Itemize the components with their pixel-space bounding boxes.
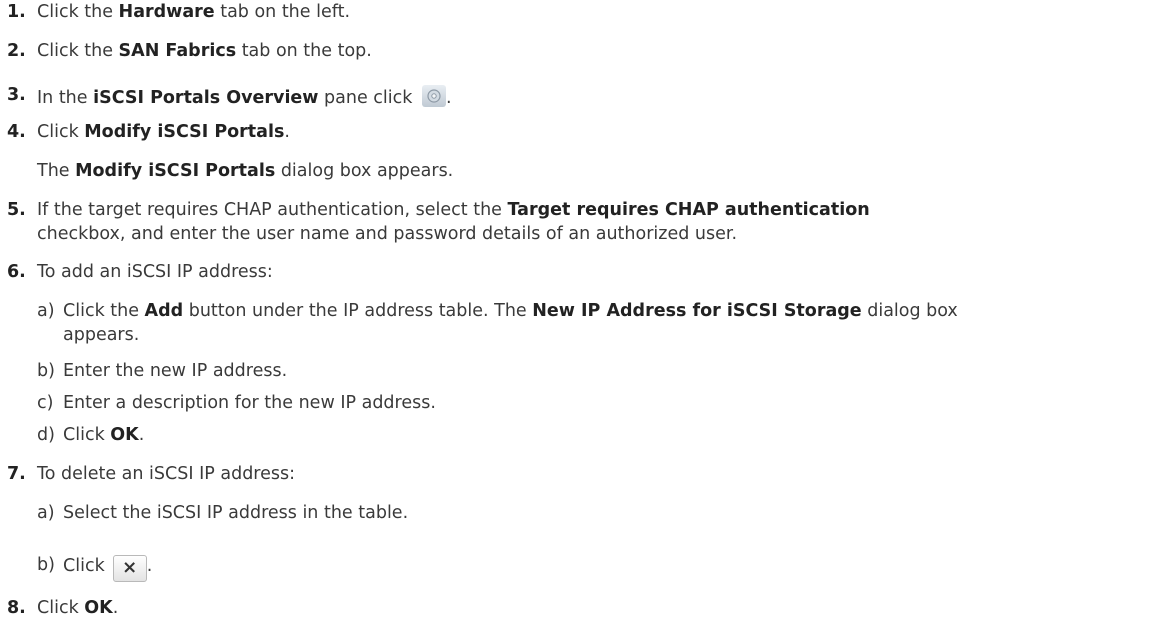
step-5-line2: checkbox, and enter the user name and pa… xyxy=(37,224,738,244)
step-number: 5. xyxy=(7,200,26,220)
step-number: 4. xyxy=(7,122,26,142)
substep-text: Enter the new IP address. xyxy=(63,361,288,381)
step-text: Click Modify iSCSI Portals. xyxy=(37,122,290,142)
step-text: If the target requires CHAP authenticati… xyxy=(37,200,870,220)
step-text: To delete an iSCSI IP address: xyxy=(37,464,296,484)
step-number: 1. xyxy=(7,2,26,22)
substep-text: Click the Add button under the IP addres… xyxy=(63,301,958,321)
step-text: Click the Hardware tab on the left. xyxy=(37,2,351,22)
step-number: 6. xyxy=(7,262,26,282)
step-number: 3. xyxy=(7,85,26,105)
substep-text: Click OK. xyxy=(63,425,145,445)
step-text: In the iSCSI Portals Overview pane click… xyxy=(37,85,452,108)
step-number: 8. xyxy=(7,598,26,618)
step-4-note: The Modify iSCSI Portals dialog box appe… xyxy=(37,161,454,181)
step-text: Click OK. xyxy=(37,598,119,618)
substep-text: Select the iSCSI IP address in the table… xyxy=(63,503,409,523)
substep-text: Enter a description for the new IP addre… xyxy=(63,393,436,413)
step-number: 2. xyxy=(7,41,26,61)
step-text: To add an iSCSI IP address: xyxy=(37,262,273,282)
substep-text: Click ×. xyxy=(63,555,152,582)
gear-icon[interactable] xyxy=(421,85,446,107)
step-number: 7. xyxy=(7,464,26,484)
close-icon[interactable]: × xyxy=(112,555,147,582)
step-text: Click the SAN Fabrics tab on the top. xyxy=(37,41,372,61)
